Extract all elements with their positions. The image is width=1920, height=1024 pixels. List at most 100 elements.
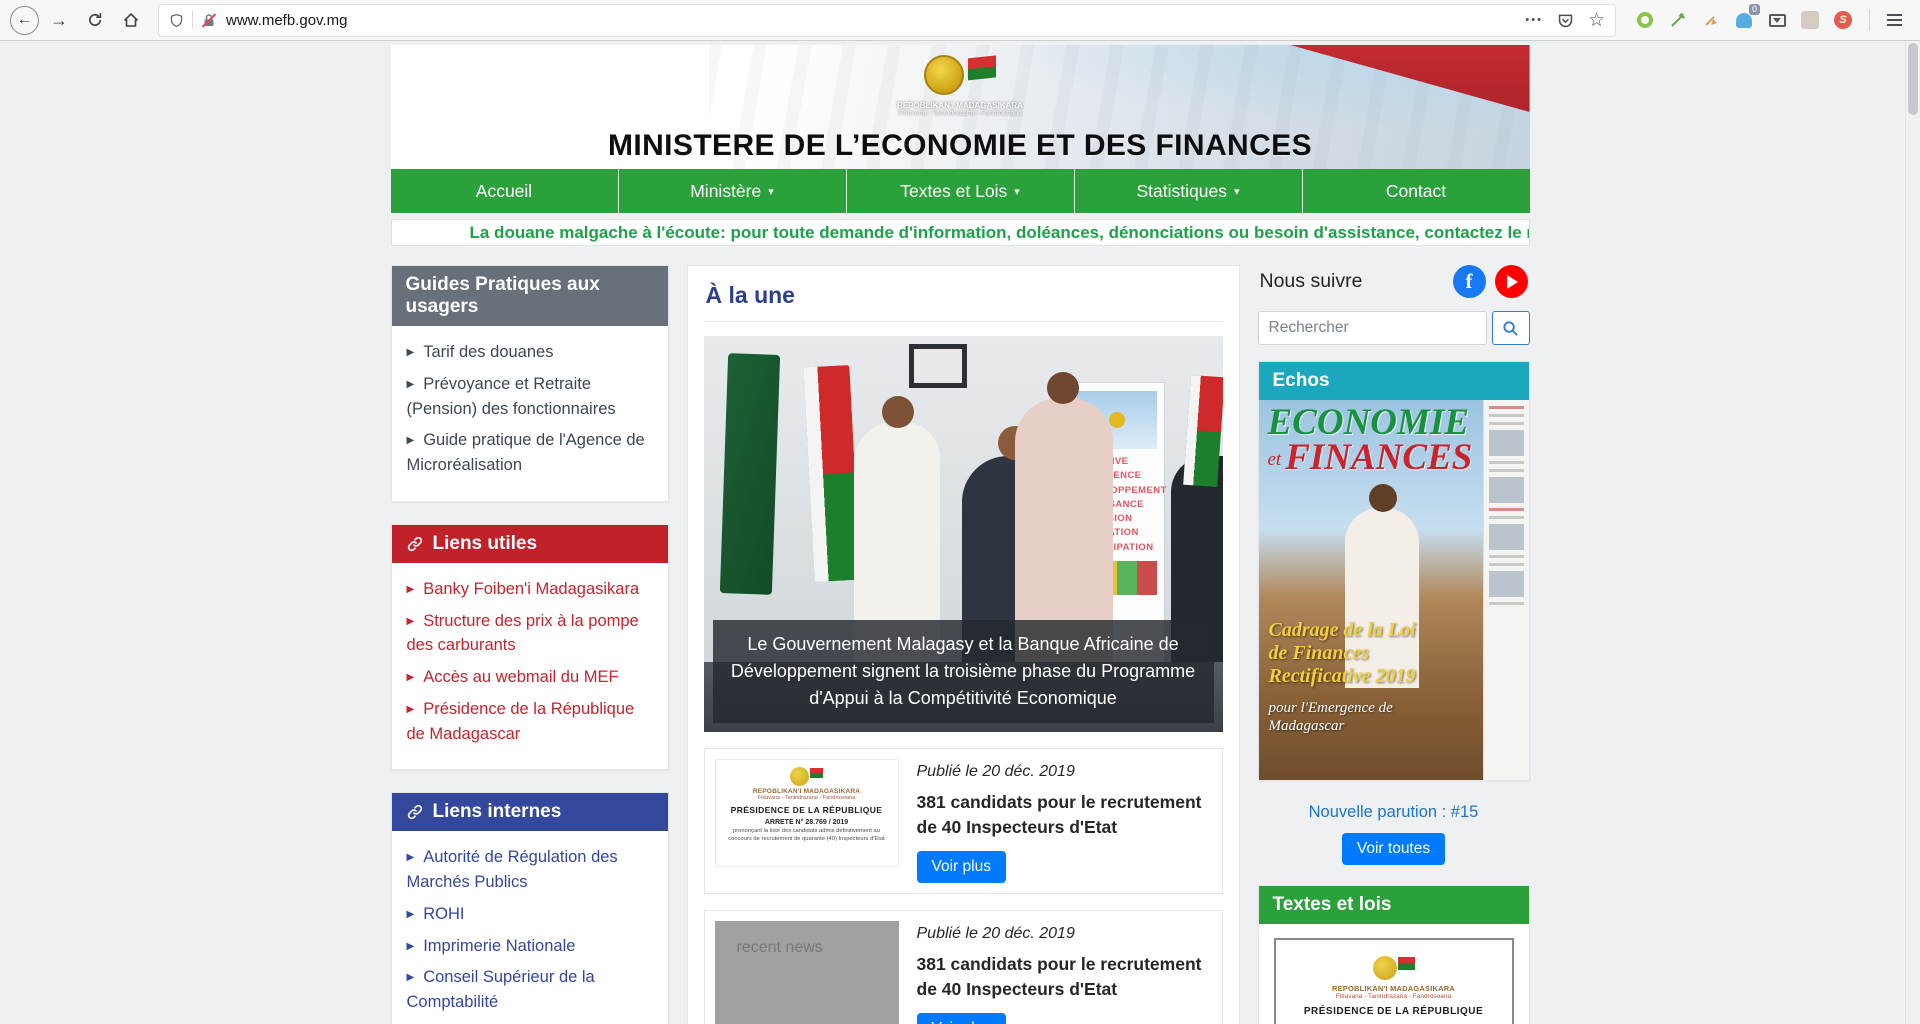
forward-button[interactable]: → [43,5,75,35]
blank-extension-icon[interactable] [1800,10,1820,30]
url-text[interactable]: www.mefb.gov.mg [226,12,1525,29]
site-title: MINISTERE DE L’ECONOMIE ET DES FINANCES [391,129,1530,163]
nav-item-accueil[interactable]: Accueil [391,169,619,213]
chevron-down-icon: ▾ [1234,185,1240,198]
gold-seal-icon [1109,412,1125,428]
internes-link-rohi[interactable]: ▶ROHI [407,902,653,927]
cover-headline: Cadrage de la Loi de Finances Rectificat… [1269,619,1439,688]
guides-link-tarif-des-douanes[interactable]: ▶Tarif des douanes [407,340,653,365]
announcement-marquee: La douane malgache à l'écoute: pour tout… [391,219,1530,246]
madagascar-flag-icon [966,55,996,80]
arrow-right-icon: ▶ [407,672,415,683]
utiles-link-banky-foibe[interactable]: ▶Banky Foiben'i Madagasikara [407,577,653,602]
cover-side-strip [1483,400,1529,780]
ghostery-extension-icon[interactable]: 0 [1734,10,1754,30]
internes-link-imprimerie[interactable]: ▶Imprimerie Nationale [407,934,653,959]
nav-item-textes-et-lois[interactable]: Textes et Lois ▾ [847,169,1075,213]
gold-seal-icon [790,767,809,786]
news-title: 381 candidats pour le recrutement de 40 … [917,952,1212,1001]
right-sidebar: Nous suivre f Echos [1258,265,1530,1024]
document-preview[interactable]: REPOBLIKAN'I MADAGASIKARA Fitiavana - Ta… [1274,938,1514,1024]
feature-caption: Le Gouvernement Malagasy et la Banque Af… [713,620,1214,723]
nav-item-statistiques[interactable]: Statistiques ▾ [1075,169,1303,213]
nav-item-ministere[interactable]: Ministère ▾ [619,169,847,213]
video-downloader-extension-icon[interactable] [1767,10,1787,30]
internes-link-conseil-comptabilite[interactable]: ▶Conseil Supérieur de la Comptabilité [407,965,653,1015]
arrow-right-icon: ▶ [407,704,415,715]
guides-link-prevoyance-retraite[interactable]: ▶Prévoyance et Retraite (Pension) des fo… [407,372,653,422]
magazine-masthead: ECONOMIE et FINANCES [1268,405,1477,475]
facebook-icon[interactable]: f [1453,265,1486,298]
liens-utiles-box: Liens utiles ▶Banky Foiben'i Madagasikar… [391,524,669,771]
home-button[interactable] [115,5,147,35]
youtube-icon[interactable] [1495,265,1528,298]
chevron-down-icon: ▾ [1014,185,1020,198]
arrow-right-icon: ▶ [407,941,415,952]
liens-internes-header: Liens internes [392,793,668,831]
utiles-link-webmail-mef[interactable]: ▶Accès au webmail du MEF [407,665,653,690]
broom-extension-icon[interactable] [1701,10,1721,30]
link-icon [406,803,424,821]
forward-arrow-icon: → [50,10,68,31]
link-icon [406,535,424,553]
utiles-link-presidence[interactable]: ▶Présidence de la République de Madagasc… [407,697,653,747]
nav-item-contact[interactable]: Contact [1303,169,1530,213]
a-la-une-section: À la une INITIATIVE EMERGENCE DEVELOPPEM… [687,265,1240,1024]
search-button[interactable] [1492,311,1530,345]
page-scrollbar[interactable] [1905,41,1920,1024]
arrow-right-icon: ▶ [407,347,415,358]
guides-link-agence-microrealisation[interactable]: ▶Guide pratique de l'Agence de Microréal… [407,428,653,478]
tracking-shield-icon[interactable] [169,12,184,29]
feature-image[interactable]: INITIATIVE EMERGENCE DEVELOPPEMENT CROIS… [704,336,1223,732]
section-title: À la une [704,280,1223,322]
news-thumbnail-document[interactable]: REPOBLIKAN'I MADAGASIKARA Fitiavana - Ta… [715,759,899,867]
menu-button[interactable] [1878,5,1910,35]
echos-box: Echos ECONOMIE et [1258,361,1530,781]
site-content: REPOBLIKAN'I MADAGASIKARA Fitiavana - Ta… [391,45,1530,1024]
pocket-icon[interactable] [1557,12,1574,29]
page-actions-icon[interactable]: ••• [1525,14,1543,26]
magazine-cover[interactable]: ECONOMIE et FINANCES Cadrage de la Loi d… [1259,400,1529,780]
insecure-lock-icon[interactable] [201,12,217,29]
news-card: recent news Publié le 20 déc. 2019 381 c… [704,910,1223,1024]
madagascar-emblem: REPOBLIKAN'I MADAGASIKARA Fitiavana - Ta… [875,55,1045,117]
site-header-banner: REPOBLIKAN'I MADAGASIKARA Fitiavana - Ta… [391,45,1530,169]
cover-subheadline: pour l'Emergence de Madagascar [1269,699,1429,737]
left-sidebar: Guides Pratiques aux usagers ▶Tarif des … [391,265,669,1024]
nouvelle-parution-link[interactable]: Nouvelle parution : #15 [1258,803,1530,822]
afdb-flag [719,353,779,595]
rake-extension-icon[interactable] [1668,10,1688,30]
voir-plus-button[interactable]: Voir plus [917,851,1006,883]
news-thumbnail-placeholder[interactable]: recent news [715,921,899,1024]
search-input[interactable] [1258,311,1487,345]
wall-portrait [909,344,967,388]
news-published-date: Publié le 20 déc. 2019 [917,763,1212,781]
search-icon [1502,320,1519,337]
reload-button[interactable] [79,5,111,35]
scrollbar-thumb[interactable] [1908,43,1918,115]
guides-pratiques-header: Guides Pratiques aux usagers [392,266,668,326]
liens-utiles-header: Liens utiles [392,525,668,563]
liens-internes-box: Liens internes ▶Autorité de Régulation d… [391,792,669,1024]
voir-plus-button[interactable]: Voir plus [917,1013,1006,1024]
arrow-right-icon: ▶ [407,584,415,595]
onetab-extension-icon[interactable] [1635,10,1655,30]
ghostery-badge: 0 [1749,4,1760,15]
home-icon [122,11,140,29]
three-column-layout: Guides Pratiques aux usagers ▶Tarif des … [391,265,1530,1024]
s-extension-icon[interactable]: S [1833,10,1853,30]
internes-link-armp[interactable]: ▶Autorité de Régulation des Marchés Publ… [407,845,653,895]
arrow-right-icon: ▶ [407,435,415,446]
textes-et-lois-box: Textes et lois REPOBLIKAN'I MADAGASIKARA… [1258,885,1530,1024]
url-bar[interactable]: www.mefb.gov.mg ••• ☆ [159,5,1615,36]
urlbar-divider [192,11,193,29]
back-button[interactable]: ← [10,6,39,35]
bookmark-star-icon[interactable]: ☆ [1588,9,1605,32]
arrow-right-icon: ▶ [407,852,415,863]
utiles-link-structure-prix[interactable]: ▶Structure des prix à la pompe des carbu… [407,609,653,659]
guides-pratiques-box: Guides Pratiques aux usagers ▶Tarif des … [391,265,669,502]
search-bar [1258,311,1530,345]
toolbar-divider [1869,9,1870,31]
voir-toutes-button[interactable]: Voir toutes [1342,833,1445,865]
chevron-down-icon: ▾ [768,185,774,198]
